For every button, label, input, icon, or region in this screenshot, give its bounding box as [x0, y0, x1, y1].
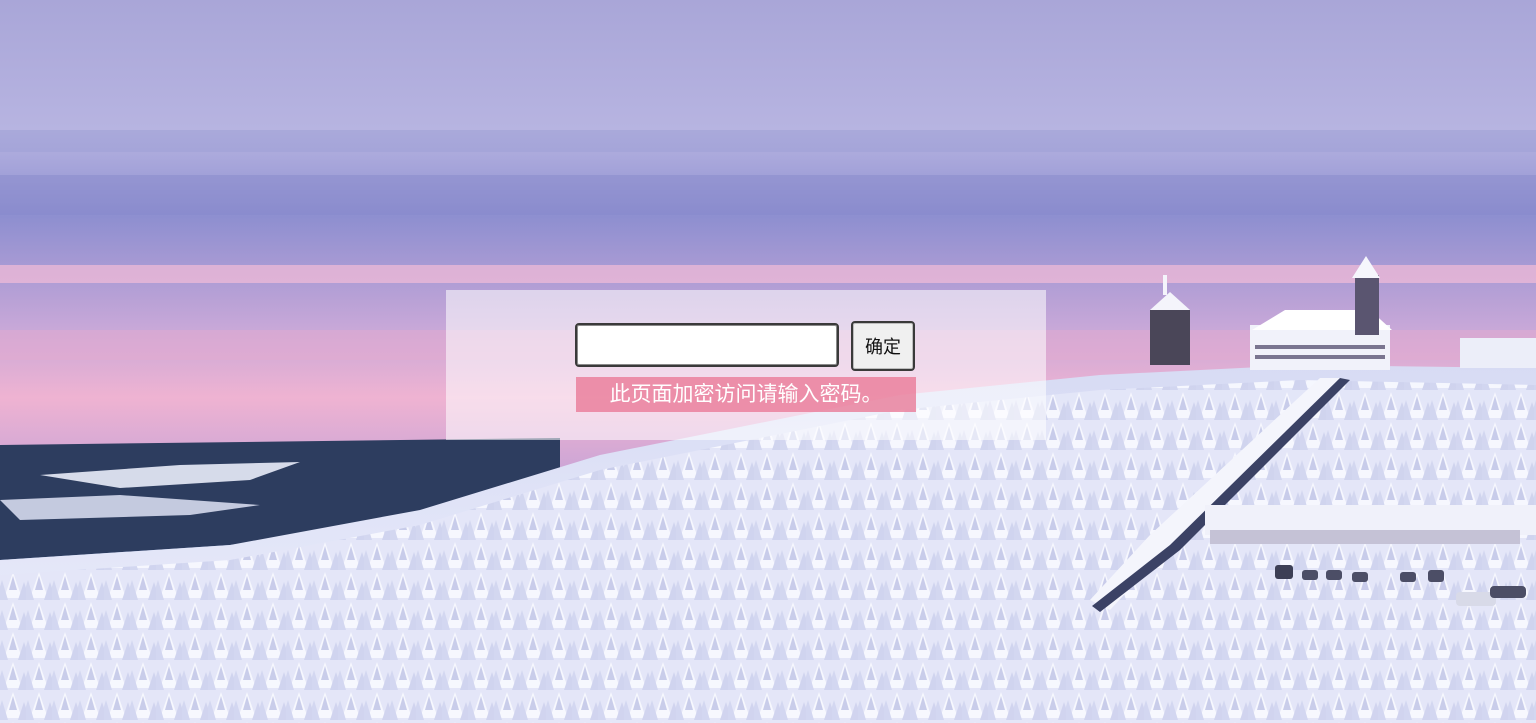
password-panel: 确定 此页面加密访问请输入密码。	[446, 290, 1046, 440]
password-hint: 此页面加密访问请输入密码。	[576, 377, 916, 412]
password-input[interactable]	[575, 323, 839, 367]
confirm-button[interactable]: 确定	[851, 321, 915, 371]
